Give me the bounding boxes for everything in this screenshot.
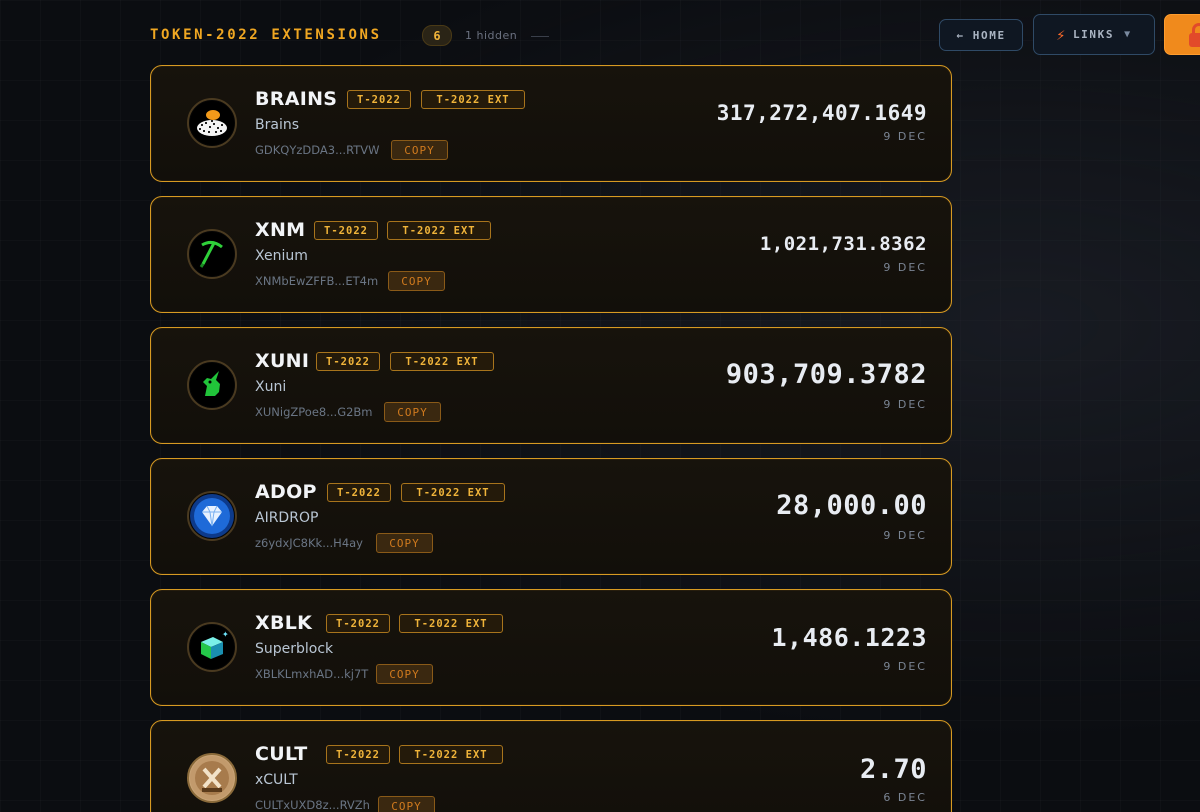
token-balance: 1,486.1223 (771, 623, 927, 652)
token-balance: 2.70 (859, 754, 927, 785)
token-symbol: CULT (255, 743, 308, 765)
lock-button[interactable] (1164, 14, 1200, 55)
copy-address-button[interactable]: COPY (376, 664, 433, 684)
token-card[interactable]: BRAINS T-2022 T-2022 EXT Brains GDKQYzDD… (150, 65, 952, 182)
pickaxe-icon (187, 229, 237, 279)
token-name: xCULT (255, 772, 298, 788)
token-name: Brains (255, 117, 299, 133)
token-balance: 317,272,407.1649 (716, 101, 927, 125)
token-extension-badge: T-2022 EXT (390, 352, 494, 371)
token-standard-badge: T-2022 (326, 745, 390, 764)
home-button[interactable]: ← HOME (939, 19, 1023, 51)
token-address: GDKQYzDDA3...RTVW (255, 143, 380, 157)
token-date: 9 DEC (883, 398, 927, 411)
token-name: Superblock (255, 641, 334, 657)
token-card[interactable]: ✦ XBLK T-2022 T-2022 EXT Superblock XBLK… (150, 589, 952, 706)
token-symbol: XUNI (255, 350, 310, 372)
token-symbol: XBLK (255, 612, 313, 634)
token-date: 9 DEC (883, 660, 927, 673)
token-standard-badge: T-2022 (347, 90, 411, 109)
token-card[interactable]: ADOP T-2022 T-2022 EXT AIRDROP z6ydxJC8K… (150, 458, 952, 575)
links-dropdown-button[interactable]: ⚡︎ LINKS ▼ (1033, 14, 1155, 55)
token-extension-badge: T-2022 EXT (399, 745, 503, 764)
brains-logo-icon (187, 98, 237, 148)
token-standard-badge: T-2022 (314, 221, 378, 240)
token-extension-badge: T-2022 EXT (387, 221, 491, 240)
token-extension-badge: T-2022 EXT (421, 90, 525, 109)
token-card[interactable]: XUNI T-2022 T-2022 EXT Xuni XUNigZPoe8..… (150, 327, 952, 444)
token-balance: 903,709.3782 (725, 359, 927, 390)
token-name: Xenium (255, 248, 308, 264)
section-title: TOKEN-2022 EXTENSIONS (150, 27, 382, 43)
token-name: Xuni (255, 379, 287, 395)
token-date: 9 DEC (883, 261, 927, 274)
lightning-bolt-icon: ⚡︎ (1056, 25, 1067, 44)
xcult-coin-icon (187, 753, 237, 803)
token-address: XNMbEwZFFB...ET4m (255, 274, 379, 288)
token-standard-badge: T-2022 (327, 483, 391, 502)
token-date: 9 DEC (883, 130, 927, 143)
token-standard-badge: T-2022 (316, 352, 380, 371)
token-card[interactable]: XNM T-2022 T-2022 EXT Xenium XNMbEwZFFB.… (150, 196, 952, 313)
hidden-count-link[interactable]: 1 hidden (465, 29, 517, 42)
token-name: AIRDROP (255, 510, 319, 526)
token-address: z6ydxJC8Kk...H4ay (255, 536, 363, 550)
token-standard-badge: T-2022 (326, 614, 390, 633)
token-symbol: BRAINS (255, 88, 338, 110)
cube-icon: ✦ (187, 622, 237, 672)
token-extension-badge: T-2022 EXT (399, 614, 503, 633)
chevron-down-icon: ▼ (1124, 29, 1132, 40)
token-date: 9 DEC (883, 529, 927, 542)
token-symbol: XNM (255, 219, 306, 241)
svg-text:✦: ✦ (222, 630, 229, 639)
unicorn-icon (187, 360, 237, 410)
links-button-label: LINKS (1072, 28, 1115, 41)
token-count-badge: 6 (422, 25, 452, 46)
token-balance: 1,021,731.8362 (759, 233, 927, 255)
token-card[interactable]: CULT T-2022 T-2022 EXT xCULT CULTxUXD8z.… (150, 720, 952, 812)
token-address: CULTxUXD8z...RVZh (255, 798, 370, 812)
page-header: TOKEN-2022 EXTENSIONS 6 1 hidden ← HOME … (0, 0, 1200, 66)
divider (531, 36, 549, 37)
diamond-icon (187, 491, 237, 541)
copy-address-button[interactable]: COPY (384, 402, 441, 422)
token-extension-badge: T-2022 EXT (401, 483, 505, 502)
token-date: 6 DEC (883, 791, 927, 804)
token-address: XBLKLmxhAD...kj7T (255, 667, 369, 681)
home-button-label: ← HOME (956, 28, 1006, 42)
copy-address-button[interactable]: COPY (391, 140, 448, 160)
copy-address-button[interactable]: COPY (376, 533, 433, 553)
token-address: XUNigZPoe8...G2Bm (255, 405, 373, 419)
token-symbol: ADOP (255, 481, 317, 503)
copy-address-button[interactable]: COPY (388, 271, 445, 291)
token-balance: 28,000.00 (776, 490, 927, 521)
copy-address-button[interactable]: COPY (378, 796, 435, 812)
